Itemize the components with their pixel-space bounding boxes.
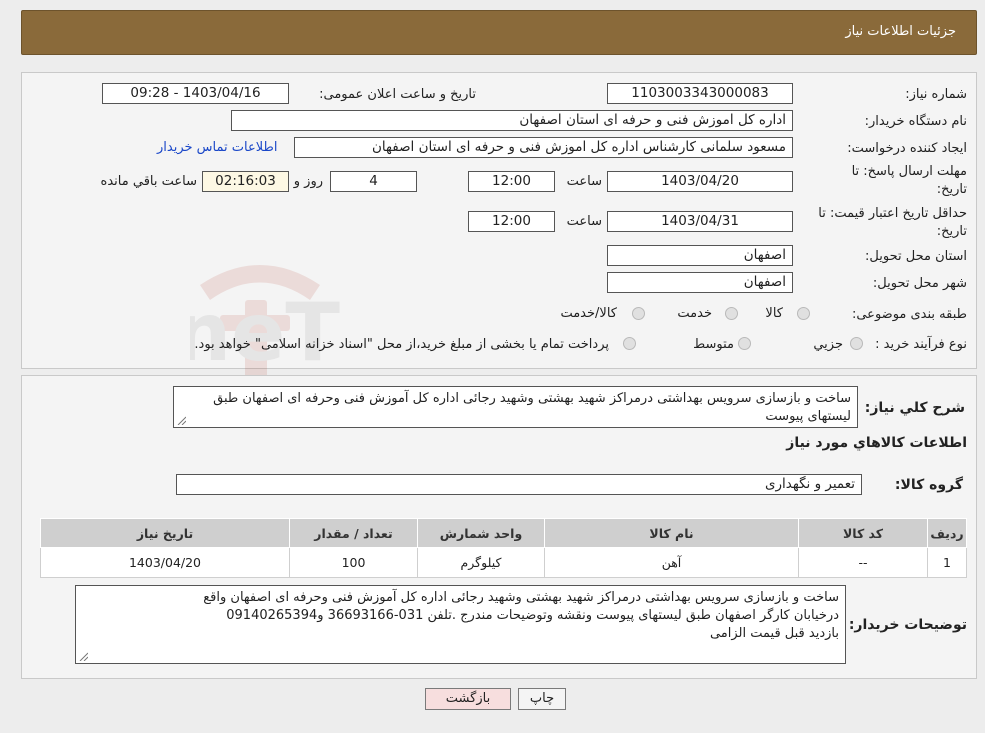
process-minor-radio[interactable] <box>850 337 863 350</box>
price-validity-time-field: 12:00 <box>468 211 555 232</box>
goods-table-header: رديف کد کالا نام کالا واحد شمارش تعداد /… <box>40 518 967 548</box>
treasury-payment-note: پرداخت تمام یا بخشی از مبلغ خرید،از محل … <box>194 337 609 352</box>
category-goods-radio[interactable] <box>797 307 810 320</box>
buyer-org-label: نام دستگاه خریدار: <box>864 114 967 129</box>
process-minor-label: جزیي <box>813 337 843 352</box>
days-label: روز و <box>293 174 323 189</box>
goods-group-field: تعمیر و نگهداری <box>176 474 862 495</box>
cell-goods-code: -- <box>798 547 928 578</box>
deadline-label-date: تاریخ: <box>936 182 967 197</box>
delivery-province-field: اصفهان <box>607 245 793 266</box>
remaining-time-label: ساعت باقي مانده <box>100 174 197 189</box>
category-label: طبقه بندی موضوعی: <box>851 307 967 322</box>
col-need-date: تاريخ نياز <box>40 518 290 548</box>
print-button[interactable]: چاپ <box>518 688 566 710</box>
buyer-notes-line-1: ساخت و بازسازی سرویس بهداشتی درمراکز شهی… <box>203 590 839 605</box>
treasury-payment-checkbox[interactable] <box>623 337 636 350</box>
buyer-notes-line-3: بازدید قبل قیمت الزامی <box>709 626 839 641</box>
price-validity-date-field: 1403/04/31 <box>607 211 793 232</box>
cell-row-number: 1 <box>927 547 967 578</box>
col-unit: واحد شمارش <box>417 518 545 548</box>
goods-section-title: اطلاعات کالاهاي مورد نياز <box>786 435 967 451</box>
goods-group-label: گروه کالا: <box>894 477 963 493</box>
col-quantity: تعداد / مقدار <box>289 518 418 548</box>
category-goods-service-radio[interactable] <box>632 307 645 320</box>
price-validity-time-label: ساعت <box>566 214 602 229</box>
buyer-contact-link[interactable]: اطلاعات تماس خریدار <box>157 140 277 155</box>
buyer-notes-textarea: ساخت و بازسازی سرویس بهداشتی درمراکز شهی… <box>75 585 846 664</box>
col-row-number: رديف <box>927 518 967 548</box>
buyer-notes-line-2: درخیابان کارگر اصفهان طبق لیستهای پیوست … <box>226 608 839 623</box>
cell-goods-name: آهن <box>544 547 799 578</box>
back-button[interactable]: بازگشت <box>425 688 511 710</box>
category-goods-service-label: کالا/خدمت <box>560 306 617 321</box>
description-textarea: ساخت و بازسازی سرویس بهداشتی درمراکز شهی… <box>173 386 858 428</box>
deadline-label: مهلت ارسال پاسخ: تا <box>851 164 967 179</box>
process-type-label: نوع فرآیند خرید : <box>875 337 967 352</box>
description-text: ساخت و بازسازی سرویس بهداشتی درمراکز شهی… <box>213 391 851 424</box>
deadline-time-field: 12:00 <box>468 171 555 192</box>
buyer-org-field: اداره کل اموزش فنی و حرفه ای استان اصفها… <box>231 110 793 131</box>
delivery-city-label: شهر محل تحویل: <box>872 276 967 291</box>
cell-unit: کیلوگرم <box>417 547 545 578</box>
page-title: جزئیات اطلاعات نیاز <box>845 24 956 39</box>
delivery-province-label: استان محل تحویل: <box>865 249 967 264</box>
resize-grip-icon[interactable] <box>79 652 88 661</box>
description-label: شرح کلي نياز: <box>864 400 965 416</box>
process-medium-radio[interactable] <box>738 337 751 350</box>
category-goods-label: کالا <box>765 306 783 321</box>
cell-quantity: 100 <box>289 547 418 578</box>
deadline-time-label: ساعت <box>566 174 602 189</box>
creator-label: ایجاد کننده درخواست: <box>847 141 967 156</box>
watermark-logo: AriaTender.neT <box>190 265 340 385</box>
buyer-notes-label: توضیحات خریدار: <box>848 617 967 633</box>
announce-datetime-label: تاریخ و ساعت اعلان عمومی: <box>319 87 476 102</box>
need-number-label: شماره نیاز: <box>905 87 967 102</box>
table-row: 1 -- آهن کیلوگرم 100 1403/04/20 <box>40 547 967 578</box>
page-header: جزئیات اطلاعات نیاز <box>21 10 977 55</box>
col-goods-name: نام کالا <box>544 518 799 548</box>
announce-datetime-field: 1403/04/16 - 09:28 <box>102 83 289 104</box>
need-number-field: 1103003343000083 <box>607 83 793 104</box>
creator-field: مسعود سلمانی کارشناس اداره کل اموزش فنی … <box>294 137 793 158</box>
watermark-text: AriaTender.neT <box>190 286 340 379</box>
process-medium-label: متوسط <box>693 337 734 352</box>
price-validity-label-date: تاریخ: <box>936 224 967 239</box>
cell-need-date: 1403/04/20 <box>40 547 290 578</box>
col-goods-code: کد کالا <box>798 518 928 548</box>
remaining-time-field: 02:16:03 <box>202 171 289 192</box>
resize-grip-icon[interactable] <box>177 416 186 425</box>
remaining-days-field: 4 <box>330 171 417 192</box>
delivery-city-field: اصفهان <box>607 272 793 293</box>
category-service-label: خدمت <box>677 306 712 321</box>
deadline-date-field: 1403/04/20 <box>607 171 793 192</box>
price-validity-label: حداقل تاریخ اعتبار قیمت: تا <box>818 206 967 221</box>
category-service-radio[interactable] <box>725 307 738 320</box>
goods-table: رديف کد کالا نام کالا واحد شمارش تعداد /… <box>40 518 967 578</box>
